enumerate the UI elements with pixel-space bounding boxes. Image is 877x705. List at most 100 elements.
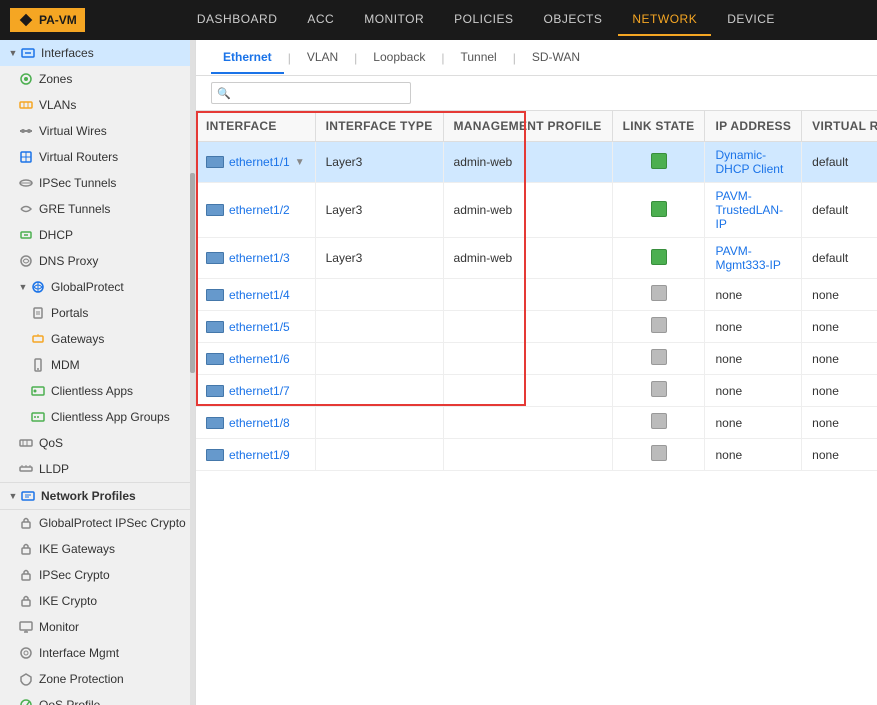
- sidebar-label-ipsec-tunnels: IPSec Tunnels: [39, 176, 116, 190]
- sidebar-item-zone-protection[interactable]: Zone Protection: [0, 666, 190, 692]
- table-row[interactable]: ethernet1/3 Layer3admin-webPAVM-Mgmt333-…: [196, 238, 877, 279]
- ip-address-link[interactable]: Dynamic-DHCP Client: [715, 148, 783, 176]
- gre-tunnels-icon: [18, 201, 34, 217]
- sidebar-item-gateways[interactable]: Gateways: [0, 326, 190, 352]
- sidebar-label-gateways: Gateways: [51, 332, 104, 346]
- sidebar-item-dns-proxy[interactable]: DNS Proxy: [0, 248, 190, 274]
- sidebar-scrollbar[interactable]: [190, 40, 195, 705]
- cell-mgmt: admin-web: [443, 183, 612, 238]
- search-input[interactable]: [211, 82, 411, 104]
- nav-acc[interactable]: ACC: [293, 4, 348, 36]
- dropdown-arrow-icon[interactable]: ▼: [295, 157, 305, 168]
- link-state-gray-icon: [651, 285, 667, 301]
- sidebar-item-virtual-routers[interactable]: Virtual Routers: [0, 144, 190, 170]
- sidebar-wrapper: ▼ Interfaces Zones VLANs: [0, 40, 196, 705]
- cell-link-state: [612, 142, 705, 183]
- sidebar-item-mdm[interactable]: MDM: [0, 352, 190, 378]
- interface-port-icon: [206, 204, 224, 216]
- interface-link[interactable]: ethernet1/8: [206, 416, 305, 430]
- interface-link[interactable]: ethernet1/5: [206, 320, 305, 334]
- table-header-row: INTERFACE INTERFACE TYPE MANAGEMENT PROF…: [196, 111, 877, 142]
- sidebar-item-lldp[interactable]: LLDP: [0, 456, 190, 482]
- cell-virtual-router: default: [802, 238, 877, 279]
- interface-port-icon: [206, 252, 224, 264]
- interface-link[interactable]: ethernet1/1 ▼: [206, 155, 305, 169]
- tab-loopback[interactable]: Loopback: [361, 42, 437, 74]
- table-row[interactable]: ethernet1/1 ▼ Layer3admin-webDynamic-DHC…: [196, 142, 877, 183]
- cell-virtual-router: none: [802, 407, 877, 439]
- sidebar-item-ike-gateways[interactable]: IKE Gateways: [0, 536, 190, 562]
- sidebar-item-network-profiles[interactable]: ▼ Network Profiles: [0, 482, 190, 510]
- interface-link[interactable]: ethernet1/3: [206, 251, 305, 265]
- interface-port-icon: [206, 289, 224, 301]
- sidebar-item-interface-mgmt[interactable]: Interface Mgmt: [0, 640, 190, 666]
- sidebar-item-zones[interactable]: Zones: [0, 66, 190, 92]
- nav-dashboard[interactable]: DASHBOARD: [183, 4, 292, 36]
- sidebar-item-qos[interactable]: QoS: [0, 430, 190, 456]
- cell-virtual-router: none: [802, 439, 877, 471]
- sidebar-item-gre-tunnels[interactable]: GRE Tunnels: [0, 196, 190, 222]
- sidebar-item-globalprotect[interactable]: ▼ GlobalProtect: [0, 274, 190, 300]
- table-row[interactable]: ethernet1/2 Layer3admin-webPAVM-TrustedL…: [196, 183, 877, 238]
- sidebar-item-clientless-apps[interactable]: Clientless Apps: [0, 378, 190, 404]
- gateways-icon: [30, 331, 46, 347]
- sidebar-label-zone-protection: Zone Protection: [39, 672, 124, 686]
- network-profiles-icon: [20, 488, 36, 504]
- gp-ipsec-crypto-icon: [18, 515, 34, 531]
- sidebar-item-vlans[interactable]: VLANs: [0, 92, 190, 118]
- search-wrapper: 🔍: [211, 82, 411, 104]
- sidebar-item-clientless-app-groups[interactable]: Clientless App Groups: [0, 404, 190, 430]
- tab-ethernet[interactable]: Ethernet: [211, 42, 284, 74]
- app-logo: PA-VM: [10, 8, 85, 32]
- interface-link[interactable]: ethernet1/9: [206, 448, 305, 462]
- toggle-interfaces[interactable]: ▼: [8, 48, 18, 58]
- search-bar: 🔍: [196, 76, 877, 111]
- sidebar-item-dhcp[interactable]: DHCP: [0, 222, 190, 248]
- sidebar-item-gp-ipsec-crypto[interactable]: GlobalProtect IPSec Crypto: [0, 510, 190, 536]
- sidebar-item-ipsec-tunnels[interactable]: IPSec Tunnels: [0, 170, 190, 196]
- sidebar-item-virtual-wires[interactable]: Virtual Wires: [0, 118, 190, 144]
- sidebar-label-globalprotect: GlobalProtect: [51, 280, 124, 294]
- ip-address-link[interactable]: PAVM-TrustedLAN-IP: [715, 189, 783, 231]
- interface-name: ethernet1/9: [229, 448, 290, 462]
- interface-link[interactable]: ethernet1/4: [206, 288, 305, 302]
- sidebar-item-qos-profile[interactable]: QoS Profile: [0, 692, 190, 705]
- nav-policies[interactable]: POLICIES: [440, 4, 527, 36]
- interface-link[interactable]: ethernet1/2: [206, 203, 305, 217]
- ip-address-link[interactable]: PAVM-Mgmt333-IP: [715, 244, 780, 272]
- cell-mgmt: [443, 439, 612, 471]
- sidebar-item-ike-crypto[interactable]: IKE Crypto: [0, 588, 190, 614]
- app-name: PA-VM: [39, 13, 77, 27]
- cell-mgmt: [443, 375, 612, 407]
- toggle-network-profiles[interactable]: ▼: [8, 491, 18, 501]
- nav-device[interactable]: DEVICE: [713, 4, 789, 36]
- logo-icon: [18, 12, 34, 28]
- sidebar-item-monitor[interactable]: Monitor: [0, 614, 190, 640]
- sidebar-item-interfaces[interactable]: ▼ Interfaces: [0, 40, 190, 66]
- cell-virtual-router: default: [802, 142, 877, 183]
- tab-sdwan[interactable]: SD-WAN: [520, 42, 592, 74]
- cell-type: [315, 375, 443, 407]
- cell-link-state: [612, 375, 705, 407]
- tab-vlan[interactable]: VLAN: [295, 42, 350, 74]
- table-row[interactable]: ethernet1/5 nonenone: [196, 311, 877, 343]
- table-row[interactable]: ethernet1/8 nonenone: [196, 407, 877, 439]
- table-row[interactable]: ethernet1/4 nonenone: [196, 279, 877, 311]
- sidebar-label-virtual-wires: Virtual Wires: [39, 124, 107, 138]
- sidebar-label-mdm: MDM: [51, 358, 80, 372]
- nav-monitor[interactable]: MONITOR: [350, 4, 438, 36]
- toggle-globalprotect[interactable]: ▼: [18, 282, 28, 292]
- search-icon: 🔍: [217, 87, 231, 100]
- table-row[interactable]: ethernet1/6 nonenone: [196, 343, 877, 375]
- table-row[interactable]: ethernet1/9 nonenone: [196, 439, 877, 471]
- interface-link[interactable]: ethernet1/7: [206, 384, 305, 398]
- interface-link[interactable]: ethernet1/6: [206, 352, 305, 366]
- nav-network[interactable]: NETWORK: [618, 4, 711, 36]
- sidebar-label-gre-tunnels: GRE Tunnels: [39, 202, 110, 216]
- cell-ip-address: none: [705, 375, 802, 407]
- table-row[interactable]: ethernet1/7 nonenone: [196, 375, 877, 407]
- sidebar-item-ipsec-crypto[interactable]: IPSec Crypto: [0, 562, 190, 588]
- tab-tunnel[interactable]: Tunnel: [448, 42, 508, 74]
- nav-objects[interactable]: OBJECTS: [530, 4, 617, 36]
- sidebar-item-portals[interactable]: Portals: [0, 300, 190, 326]
